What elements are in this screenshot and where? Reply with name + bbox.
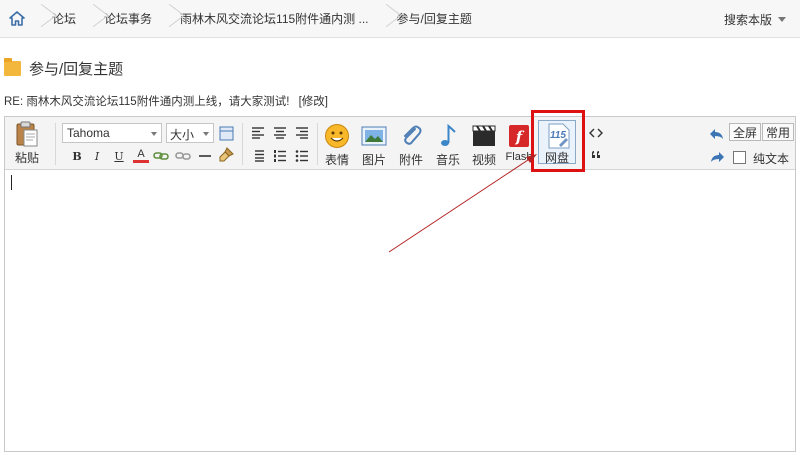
horizontal-rule-icon — [199, 155, 211, 157]
post-editor: 粘贴 Tahoma 大小 B I U A 表情 图片 附件 音乐 视频 f Fl… — [4, 110, 796, 452]
chevron-down-icon — [203, 132, 209, 136]
breadcrumb: 论坛 论坛事务 雨林木风交流论坛115附件通内测 ... 参与/回复主题 搜索本… — [0, 0, 800, 38]
breadcrumb-separator — [34, 0, 44, 38]
link-icon — [153, 152, 169, 160]
quote-icon — [592, 151, 600, 158]
paste-label: 粘贴 — [15, 151, 40, 165]
undo-icon — [710, 129, 723, 139]
toolbar-divider — [242, 123, 243, 165]
italic-button[interactable]: I — [89, 148, 105, 164]
video-label: 视频 — [471, 153, 496, 167]
align-left-icon — [252, 127, 264, 139]
music-button[interactable]: 音乐 — [435, 123, 461, 168]
plaintext-label: 纯文本 — [753, 152, 790, 166]
align-center-icon — [274, 127, 286, 139]
editor-textarea[interactable] — [5, 171, 795, 451]
font-family-value: Tahoma — [67, 126, 110, 140]
align-right-button[interactable] — [294, 125, 310, 141]
plaintext-checkbox[interactable] — [733, 151, 746, 164]
horizontal-rule-button[interactable] — [197, 148, 213, 164]
table-icon — [219, 126, 233, 140]
page-title-text: 参与/回复主题 — [29, 61, 124, 78]
breadcrumb-item-current: 参与/回复主题 — [396, 12, 472, 26]
bold-button[interactable]: B — [69, 148, 85, 164]
breadcrumb-separator — [162, 0, 172, 38]
ordered-list-button[interactable] — [272, 148, 288, 164]
toolbar-divider — [55, 123, 56, 165]
paperclip-icon — [404, 125, 422, 145]
home-icon[interactable] — [0, 0, 34, 38]
smiley-icon — [325, 124, 349, 148]
chevron-down-icon — [151, 132, 157, 136]
music-label: 音乐 — [435, 153, 460, 167]
indent-icon — [255, 150, 264, 162]
common-button[interactable]: 常用 — [762, 123, 795, 141]
ordered-list-icon — [274, 150, 286, 162]
music-note-icon — [441, 123, 456, 146]
flash-button[interactable]: f Flash — [506, 123, 532, 163]
breadcrumb-item-thread[interactable]: 雨林木风交流论坛115附件通内测 ... — [172, 0, 378, 38]
unordered-list-button[interactable] — [294, 148, 310, 164]
highlight-box — [531, 110, 585, 172]
clapperboard-icon — [472, 125, 496, 146]
bullet-list-icon — [295, 150, 308, 162]
unlink-icon — [175, 152, 191, 160]
font-family-select[interactable]: Tahoma — [62, 123, 162, 143]
redo-button[interactable] — [709, 149, 725, 165]
breadcrumb-separator — [379, 0, 389, 38]
flash-label: Flash — [506, 151, 532, 163]
align-center-button[interactable] — [272, 125, 288, 141]
reply-subject-text: RE: 雨林木风交流论坛115附件通内测上线，请大家测试! — [4, 96, 290, 108]
fullscreen-button[interactable]: 全屏 — [729, 123, 762, 141]
font-color-button[interactable]: A — [133, 147, 149, 163]
unlink-button[interactable] — [175, 148, 191, 164]
reply-subject: RE: 雨林木风交流论坛115附件通内测上线，请大家测试! [修改] — [4, 93, 328, 109]
breadcrumb-separator — [86, 0, 96, 38]
undo-button[interactable] — [709, 126, 725, 142]
align-right-icon — [296, 127, 308, 139]
attachment-label: 附件 — [398, 153, 423, 167]
search-board-label: 搜索本版 — [723, 12, 772, 27]
edit-subject-link[interactable]: [修改] — [299, 96, 328, 108]
underline-button[interactable]: U — [111, 148, 127, 164]
emoji-button[interactable]: 表情 — [324, 123, 350, 168]
paste-button[interactable]: 粘贴 — [15, 121, 39, 166]
search-board-dropdown[interactable]: 搜索本版 — [724, 0, 786, 38]
indent-button[interactable] — [250, 148, 266, 164]
image-button[interactable]: 图片 — [361, 123, 387, 168]
brush-icon — [219, 147, 234, 162]
toolbar-divider — [317, 123, 318, 165]
align-left-button[interactable] — [250, 125, 266, 141]
video-button[interactable]: 视频 — [471, 123, 497, 168]
clear-format-button[interactable] — [218, 147, 234, 163]
clipboard-icon — [16, 121, 38, 147]
chevron-down-icon — [778, 16, 786, 22]
editor-toolbar: 粘贴 Tahoma 大小 B I U A 表情 图片 附件 音乐 视频 f Fl… — [5, 110, 795, 172]
image-label: 图片 — [361, 153, 386, 167]
font-size-value: 大小 — [170, 128, 195, 142]
background-color-button[interactable] — [218, 125, 234, 141]
page-title: 参与/回复主题 — [4, 58, 123, 79]
code-icon — [589, 128, 603, 138]
attachment-button[interactable]: 附件 — [398, 123, 424, 168]
quote-button[interactable] — [588, 147, 604, 163]
code-button[interactable] — [588, 125, 604, 141]
breadcrumb-item-forum-affairs[interactable]: 论坛事务 — [96, 0, 162, 38]
emoji-label: 表情 — [324, 153, 349, 167]
flash-icon: f — [509, 125, 529, 147]
redo-icon — [711, 152, 724, 162]
image-icon — [361, 126, 387, 146]
folder-icon — [4, 58, 21, 76]
link-button[interactable] — [153, 148, 169, 164]
font-size-select[interactable]: 大小 — [166, 123, 214, 143]
